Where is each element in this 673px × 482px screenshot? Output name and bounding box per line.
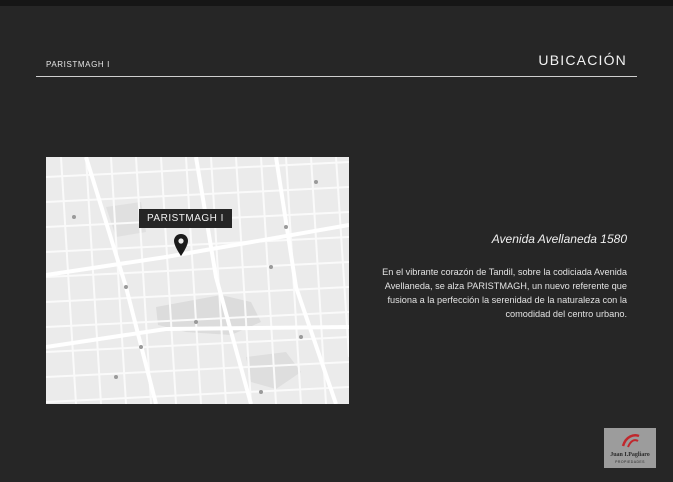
header-divider [36,76,637,77]
top-bar [0,0,673,6]
logo-subtitle: PROPIEDADES [615,460,645,464]
location-pin-icon[interactable] [174,234,188,256]
page-title: UBICACIÓN [538,52,627,68]
location-description: En el vibrante corazón de Tandil, sobre … [382,267,627,319]
location-map[interactable] [46,157,349,404]
address: Avenida Avellaneda 1580 [491,232,627,246]
logo-mark-icon [621,434,640,448]
map-streets [46,157,349,404]
logo-name: Juan I.Pagliaro [610,452,650,458]
map-marker-label: PARISTMAGH I [139,209,232,228]
project-name: PARISTMAGH I [46,60,110,69]
company-logo: Juan I.Pagliaro PROPIEDADES [604,428,656,468]
